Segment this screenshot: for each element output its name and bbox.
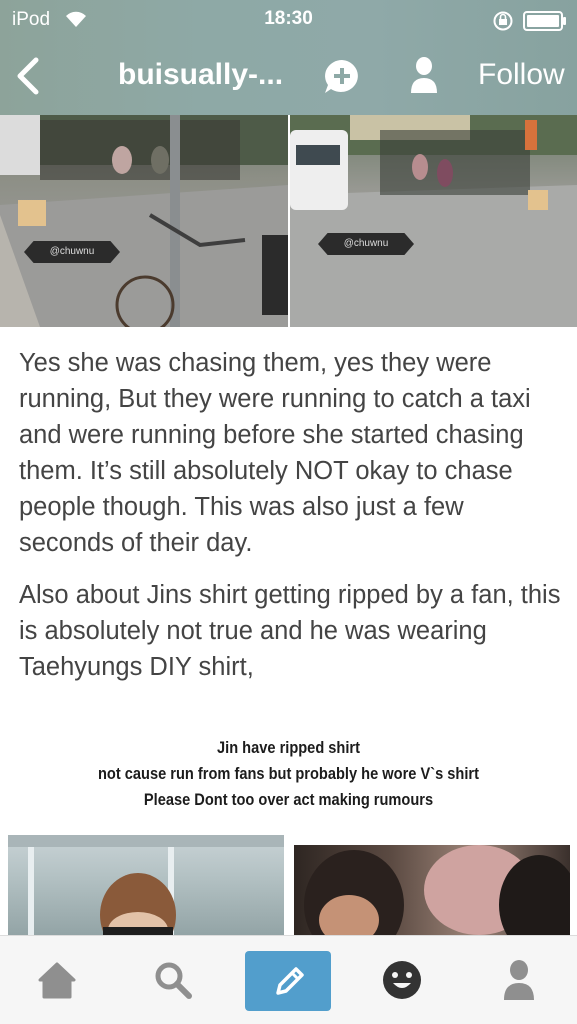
photo-panel-right: @chuwnu — [290, 115, 577, 327]
tab-activity[interactable] — [372, 950, 432, 1010]
header: iPod 18:30 buisually-... Follow — [0, 0, 577, 115]
post-photo[interactable]: @chuwnu @chuwnu — [0, 115, 577, 327]
status-bar: iPod 18:30 — [0, 0, 577, 40]
watermark: @chuwnu — [318, 233, 414, 255]
caption-line: Please Dont too over act making rumours — [143, 790, 434, 809]
photo-bottom-right — [294, 845, 570, 935]
compose-icon — [276, 967, 304, 995]
tab-account[interactable] — [489, 950, 549, 1010]
tab-search[interactable] — [143, 950, 203, 1010]
post-body: Yes she was chasing them, yes they were … — [19, 345, 564, 701]
tab-compose[interactable] — [245, 951, 331, 1011]
profile-icon[interactable] — [409, 56, 439, 94]
street-scene-right — [290, 115, 577, 327]
reply-icon[interactable] — [323, 58, 361, 96]
post-paragraph: Also about Jins shirt getting ripped by … — [19, 581, 561, 681]
follow-button[interactable]: Follow — [478, 58, 565, 92]
search-icon — [155, 962, 192, 999]
blog-title[interactable]: buisually-... — [118, 58, 283, 92]
photo-panel-left: @chuwnu — [0, 115, 288, 327]
watermark: @chuwnu — [24, 241, 120, 263]
caption-line: Jin have ripped shirt — [216, 738, 360, 757]
activity-icon — [383, 961, 421, 999]
home-icon — [38, 962, 76, 999]
nav-bar: buisually-... Follow — [0, 40, 577, 115]
photo-bottom-left — [8, 835, 284, 935]
account-icon — [504, 960, 534, 1000]
post-paragraph: Yes she was chasing them, yes they were … — [19, 349, 531, 557]
battery-icon — [523, 11, 566, 31]
street-scene-left — [0, 115, 288, 327]
post-image-caption[interactable]: Jin have ripped shirt not cause run from… — [0, 735, 577, 935]
back-icon[interactable] — [14, 56, 44, 96]
person-photo-right — [304, 845, 570, 935]
tab-bar — [0, 935, 577, 1024]
rotation-lock-icon — [493, 11, 513, 31]
person-photo-left — [8, 835, 284, 935]
status-time: 18:30 — [264, 8, 313, 29]
tab-home[interactable] — [27, 950, 87, 1010]
caption-line: not cause run from fans but probably he … — [97, 764, 479, 783]
